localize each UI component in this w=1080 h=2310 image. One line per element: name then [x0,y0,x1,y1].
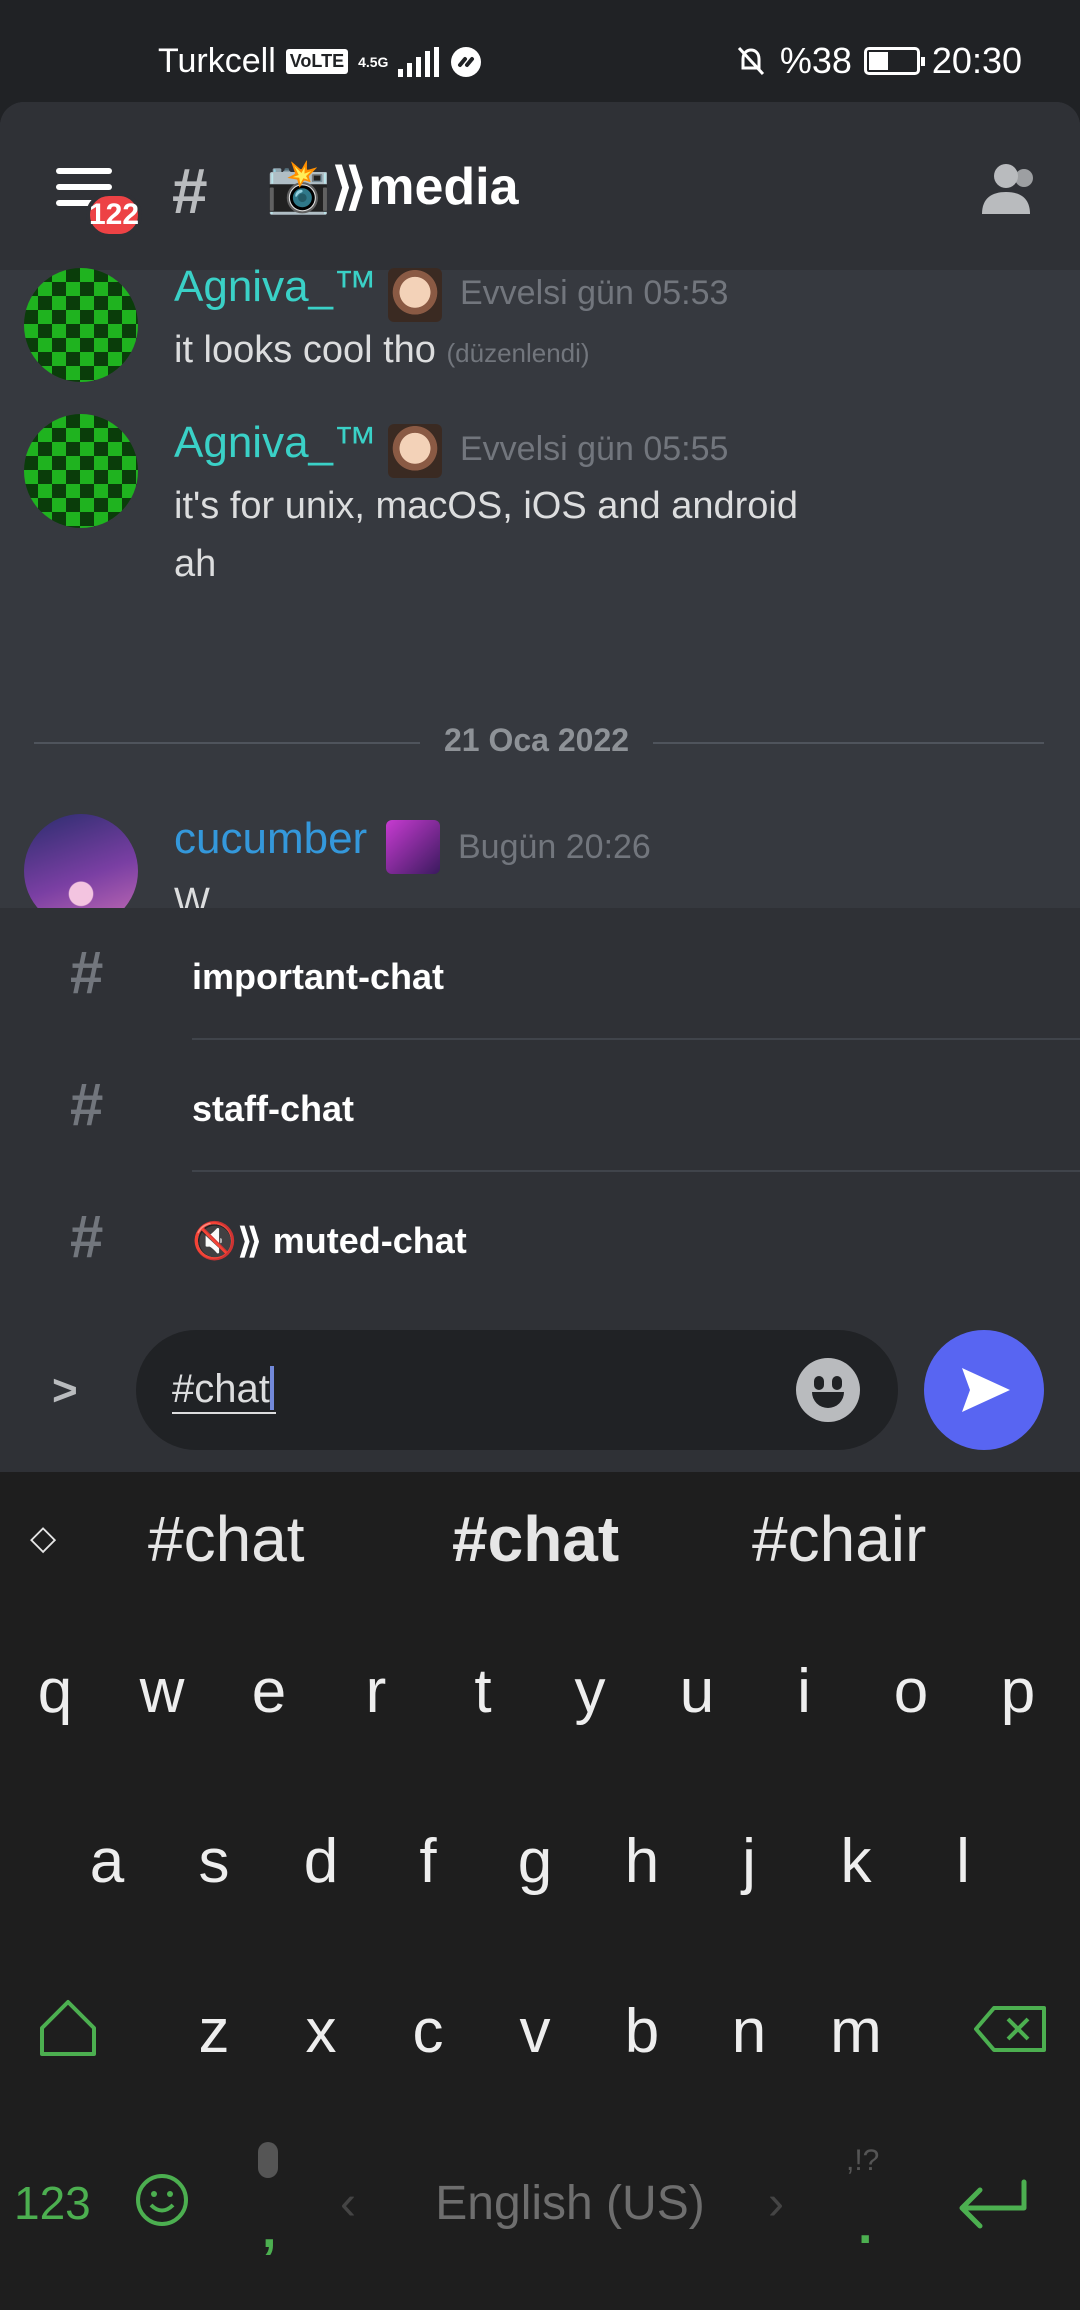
signal-icon [398,46,440,77]
enter-icon[interactable] [954,2176,1030,2232]
key-f[interactable]: f [378,1826,478,1897]
suggestion-word[interactable]: #chat [452,1502,619,1576]
clock: 20:30 [931,40,1022,81]
key-s[interactable]: s [164,1826,264,1897]
emoji-key-icon[interactable] [134,2172,190,2228]
timestamp: Evvelsi gün 05:55 [460,430,729,468]
shazam-icon [451,46,482,77]
key-d[interactable]: d [271,1826,371,1897]
key-z[interactable]: z [164,1996,264,2067]
period-key[interactable]: . [858,2196,872,2256]
hash-icon: # [70,939,104,1006]
key-r[interactable]: r [326,1656,426,1727]
expand-suggestions-icon[interactable]: ◇ [30,1518,56,1558]
send-button[interactable] [924,1330,1044,1450]
key-c[interactable]: c [378,1996,478,2067]
message-text: it's for unix, macOS, iOS and android [174,485,798,527]
punctuation-hint: ,!? [846,2144,880,2177]
send-icon [962,1368,1010,1412]
key-w[interactable]: w [112,1656,212,1727]
key-h[interactable]: h [592,1826,692,1897]
message-text: ah [174,543,217,585]
message-input-text[interactable]: #chat [172,1366,276,1414]
comma-key[interactable]: , [262,2200,276,2260]
channel-title: 📸⟫media [266,158,519,216]
channel-suggestions: # important-chat # staff-chat # 🔇⟫ muted… [0,908,1080,1304]
key-q[interactable]: q [5,1656,105,1727]
battery-icon [863,47,925,75]
avatar[interactable] [24,268,138,382]
key-u[interactable]: u [647,1656,747,1727]
chevron-right-icon[interactable]: > [52,1366,78,1416]
network-type: 4.5G [358,53,389,70]
suggestion-item[interactable]: # 🔇⟫ muted-chat [0,1172,1080,1304]
message-list[interactable]: Agniva_™ Evvelsi gün 05:53 it looks cool… [0,262,1080,1010]
date-divider: 21 Oca 2022 [420,722,654,759]
keyboard: ◇ #chat #chat #chair q w e r t y u i o p… [0,1472,1080,2310]
key-y[interactable]: y [540,1656,640,1727]
key-l[interactable]: l [913,1826,1013,1897]
suggestion-item[interactable]: # important-chat [0,908,1080,1040]
chevron-right-icon: › [768,2177,784,2230]
carrier-label: Turkcell [158,42,276,80]
suggestion-label: staff-chat [192,1088,355,1129]
role-icon [386,820,440,874]
battery-percent: %38 [779,40,852,81]
message-input[interactable]: #chat [136,1330,898,1450]
avatar[interactable] [24,414,138,528]
volte-icon: VoLTE [285,49,349,74]
key-g[interactable]: g [485,1826,585,1897]
locked-channel-icon: # [172,155,208,227]
key-x[interactable]: x [271,1996,371,2067]
shift-icon[interactable] [36,1996,100,2060]
role-icon [388,424,442,478]
mute-bell-icon [737,46,764,76]
key-e[interactable]: e [219,1656,319,1727]
emoji-icon[interactable] [796,1358,860,1422]
channel-header: 122 # 📸⟫media [0,102,1080,270]
suggestion-label: 🔇⟫ muted-chat [192,1220,467,1261]
username[interactable]: cucumber [174,814,367,864]
message-composer: > #chat [0,1304,1080,1472]
backspace-icon[interactable] [972,2004,1048,2054]
status-bar: Turkcell VoLTE 4.5G %38 20:30 [0,0,1080,104]
suggestion-item[interactable]: # staff-chat [0,1040,1080,1172]
numbers-key[interactable]: 123 [14,2176,91,2230]
message-text: it looks cool tho (düzenlendi) [174,322,590,381]
hash-icon: # [70,1071,104,1138]
role-icon [388,268,442,322]
timestamp: Bugün 20:26 [458,828,651,866]
input-value: #chat [172,1367,270,1411]
key-n[interactable]: n [699,1996,799,2067]
unread-badge: 122 [86,192,142,238]
key-a[interactable]: a [57,1826,157,1897]
username[interactable]: Agniva_™ [174,418,377,468]
key-j[interactable]: j [699,1826,799,1897]
space-bar[interactable]: English (US) [340,2176,800,2231]
username[interactable]: Agniva_™ [174,262,377,312]
suggestion-word[interactable]: #chat [148,1502,305,1576]
key-v[interactable]: v [485,1996,585,2067]
hash-icon: # [70,1203,104,1270]
suggestion-label: important-chat [192,956,444,997]
edited-label: (düzenlendi) [446,338,590,368]
mic-icon [258,2142,278,2178]
key-b[interactable]: b [592,1996,692,2067]
suggestion-word[interactable]: #chair [752,1502,926,1576]
key-o[interactable]: o [861,1656,961,1727]
timestamp: Evvelsi gün 05:53 [460,274,729,312]
key-k[interactable]: k [806,1826,906,1897]
key-i[interactable]: i [754,1656,854,1727]
members-icon[interactable] [976,160,1040,216]
message-body: it looks cool tho [174,329,436,371]
text-caret [269,1366,274,1410]
key-p[interactable]: p [968,1656,1068,1727]
key-m[interactable]: m [806,1996,906,2067]
key-t[interactable]: t [433,1656,533,1727]
